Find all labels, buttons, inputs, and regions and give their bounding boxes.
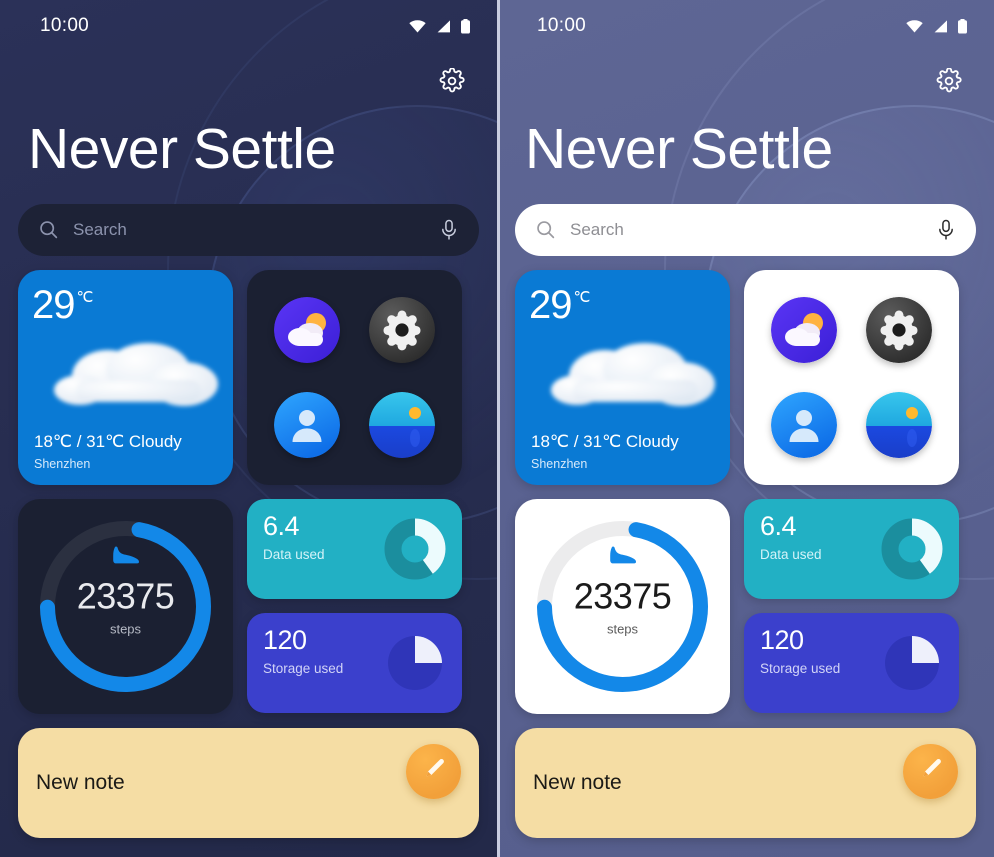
steps-widget[interactable]: 23375 steps	[18, 498, 233, 714]
settings-button[interactable]	[930, 64, 968, 102]
weather-temp-unit: ℃	[76, 288, 94, 306]
settings-button[interactable]	[433, 64, 471, 102]
cellular-signal-icon	[435, 19, 451, 33]
weather-temperature: 29 ℃	[529, 282, 716, 327]
settings-app-icon[interactable]	[369, 296, 436, 363]
data-used-widget[interactable]: 6.4 Data used	[744, 498, 959, 599]
phone-preview-light: 10:00 Never Settle Search 29 ℃ 18℃ / 31℃…	[497, 0, 994, 857]
weather-app-icon[interactable]	[770, 296, 837, 363]
settings-app-icon[interactable]	[866, 296, 933, 363]
app-icons-widget[interactable]	[744, 269, 959, 485]
weather-temp-unit: ℃	[573, 288, 591, 306]
new-note-button[interactable]	[406, 743, 461, 799]
steps-progress-ring	[40, 520, 211, 692]
gear-icon	[439, 66, 465, 99]
weather-city: Shenzhen	[531, 456, 588, 471]
note-title: New note	[36, 770, 125, 794]
cloud-icon	[551, 342, 715, 406]
header-actions	[0, 52, 497, 102]
note-widget[interactable]: New note	[515, 727, 976, 838]
status-bar: 10:00	[497, 0, 994, 52]
weather-footer: 18℃ / 31℃ Cloudy Shenzhen	[531, 432, 679, 471]
widget-row-2: 23375 steps 6.4 Data used 120 Storage us…	[515, 498, 976, 714]
weather-app-icon[interactable]	[273, 296, 340, 363]
microphone-icon[interactable]	[439, 219, 459, 241]
widget-row-1: 29 ℃ 18℃ / 31℃ Cloudy Shenzhen	[18, 269, 479, 485]
page-title: Never Settle	[525, 117, 833, 181]
weather-temperature: 29 ℃	[32, 282, 219, 327]
status-system-icons	[906, 18, 968, 34]
weather-widget[interactable]: 29 ℃ 18℃ / 31℃ Cloudy Shenzhen	[515, 269, 730, 485]
weather-widget[interactable]: 29 ℃ 18℃ / 31℃ Cloudy Shenzhen	[18, 269, 233, 485]
page-title: Never Settle	[28, 117, 336, 181]
cloud-icon	[54, 342, 218, 406]
storage-used-widget[interactable]: 120 Storage used	[744, 612, 959, 713]
stat-widgets-column: 6.4 Data used 120 Storage used	[247, 498, 462, 714]
weather-footer: 18℃ / 31℃ Cloudy Shenzhen	[34, 432, 182, 471]
weather-range: 18℃ / 31℃ Cloudy	[531, 431, 679, 451]
weather-range: 18℃ / 31℃ Cloudy	[34, 431, 182, 451]
weather-city: Shenzhen	[34, 456, 91, 471]
note-widget[interactable]: New note	[18, 727, 479, 838]
note-title: New note	[533, 770, 622, 794]
wifi-icon	[906, 19, 923, 33]
steps-widget[interactable]: 23375 steps	[515, 498, 730, 714]
status-bar: 10:00	[0, 0, 497, 52]
search-icon	[535, 219, 556, 240]
status-system-icons	[409, 18, 471, 34]
weather-temp-value: 29	[529, 282, 572, 327]
steps-progress-ring	[537, 520, 708, 692]
pencil-icon	[918, 756, 944, 787]
wifi-icon	[409, 19, 426, 33]
data-used-widget[interactable]: 6.4 Data used	[247, 498, 462, 599]
storage-used-widget[interactable]: 120 Storage used	[247, 612, 462, 713]
storage-used-pie-chart	[388, 635, 442, 690]
cellular-signal-icon	[932, 19, 948, 33]
gallery-app-icon[interactable]	[866, 392, 933, 459]
search-input[interactable]: Search	[556, 220, 936, 240]
phone-preview-dark: 10:00 Never Settle Search 29 ℃ 18℃ / 31℃…	[0, 0, 497, 857]
status-clock: 10:00	[40, 15, 90, 36]
gear-icon	[936, 66, 962, 99]
status-clock: 10:00	[537, 15, 587, 36]
battery-icon	[460, 18, 471, 34]
search-icon	[38, 219, 59, 240]
widget-row-2: 23375 steps 6.4 Data used 120 Storage us…	[18, 498, 479, 714]
app-icons-widget[interactable]	[247, 269, 462, 485]
header-actions	[497, 52, 994, 102]
widget-grid: 29 ℃ 18℃ / 31℃ Cloudy Shenzhen 23375 ste…	[497, 256, 994, 714]
battery-icon	[957, 18, 968, 34]
widget-grid: 29 ℃ 18℃ / 31℃ Cloudy Shenzhen 23375 ste…	[0, 256, 497, 714]
search-bar[interactable]: Search	[18, 203, 479, 256]
contacts-app-icon[interactable]	[273, 392, 340, 459]
contacts-app-icon[interactable]	[770, 392, 837, 459]
shoe-icon	[608, 543, 638, 570]
shoe-icon	[111, 543, 141, 570]
microphone-icon[interactable]	[936, 219, 956, 241]
data-used-donut-chart	[384, 518, 446, 580]
storage-used-pie-chart	[885, 635, 939, 690]
new-note-button[interactable]	[903, 743, 958, 799]
weather-temp-value: 29	[32, 282, 75, 327]
widget-row-1: 29 ℃ 18℃ / 31℃ Cloudy Shenzhen	[515, 269, 976, 485]
search-bar[interactable]: Search	[515, 203, 976, 256]
gallery-app-icon[interactable]	[369, 392, 436, 459]
data-used-donut-chart	[881, 518, 943, 580]
search-input[interactable]: Search	[59, 220, 439, 240]
pencil-icon	[421, 756, 447, 787]
stat-widgets-column: 6.4 Data used 120 Storage used	[744, 498, 959, 714]
